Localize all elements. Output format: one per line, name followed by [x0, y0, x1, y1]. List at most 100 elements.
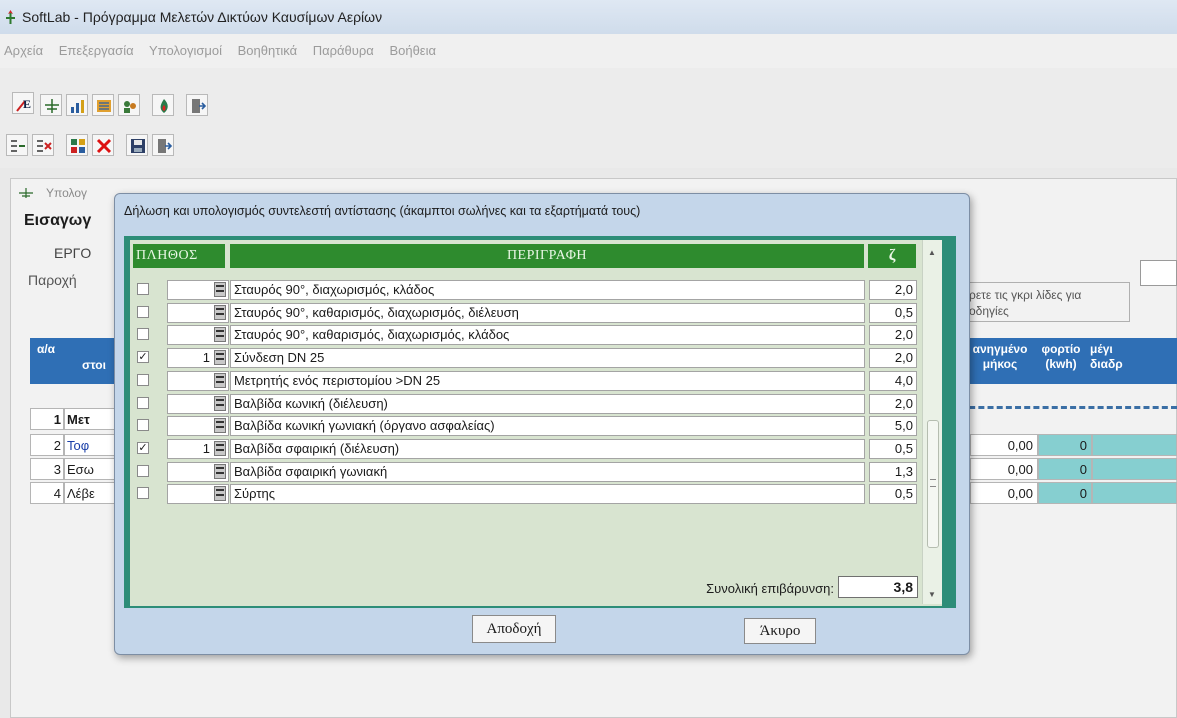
- delete-row-button[interactable]: [32, 134, 54, 156]
- fitting-row[interactable]: ✓ 1 Βαλβίδα σφαιρική (διέλευση) 0,5: [133, 438, 919, 460]
- pipe-network-icon: [45, 99, 59, 113]
- fitting-row[interactable]: Σύρτης 0,5: [133, 483, 919, 505]
- quantity-spinner-icon[interactable]: [214, 327, 226, 343]
- row-max-drop[interactable]: [1092, 482, 1177, 504]
- fitting-row[interactable]: Μετρητής ενός περιστομίου >DN 25 4,0: [133, 370, 919, 392]
- row-separator: [960, 406, 1177, 414]
- database-icon: [97, 100, 111, 112]
- quantity-spinner-icon[interactable]: [214, 395, 226, 411]
- menu-item-calculations[interactable]: Υπολογισμοί: [149, 43, 222, 58]
- quantity-spinner-icon[interactable]: [214, 486, 226, 502]
- quantity-spinner-icon[interactable]: [214, 350, 226, 366]
- gas-flame-icon: [160, 99, 168, 113]
- toolbar-bottom: [0, 130, 1177, 168]
- cancel-button[interactable]: Άκυρο: [744, 618, 816, 644]
- users-icon: [124, 101, 136, 113]
- menu-item-windows[interactable]: Παράθυρα: [313, 43, 374, 58]
- zeta-value: 2,0: [869, 348, 917, 369]
- chart-button[interactable]: [66, 94, 88, 116]
- toolbar-top: E: [0, 68, 1177, 130]
- fitting-checkbox[interactable]: [137, 283, 149, 295]
- instructions-hint[interactable]: ρετε τις γκρι λίδες για οδηγίες: [962, 282, 1130, 322]
- calculate-icon: [71, 139, 85, 153]
- accept-button[interactable]: Αποδοχή: [472, 615, 556, 643]
- app-icon: [6, 10, 15, 24]
- quantity-spinner-icon[interactable]: [214, 463, 226, 479]
- floppy-disk-icon: [131, 139, 145, 153]
- menu-item-tools[interactable]: Βοηθητικά: [238, 43, 297, 58]
- row-equivalent-length[interactable]: 0,00: [970, 458, 1038, 480]
- fitting-checkbox[interactable]: [137, 464, 149, 477]
- quantity-spinner-icon[interactable]: [214, 440, 226, 456]
- row-load[interactable]: 0: [1038, 458, 1092, 480]
- quantity-spinner-icon[interactable]: [214, 372, 226, 388]
- insert-row-icon: [11, 140, 25, 152]
- insert-row-button[interactable]: [6, 134, 28, 156]
- scroll-thumb[interactable]: [927, 420, 939, 548]
- menu-item-files[interactable]: Αρχεία: [4, 43, 43, 58]
- network-button[interactable]: [40, 94, 62, 116]
- fitting-checkbox[interactable]: ✓: [137, 351, 149, 364]
- calculate-button[interactable]: [66, 134, 88, 156]
- edit-text-button[interactable]: E: [12, 92, 34, 114]
- scroll-up-icon[interactable]: ▲: [928, 248, 936, 257]
- fitting-checkbox[interactable]: [137, 305, 149, 318]
- fitting-checkbox[interactable]: [137, 487, 149, 500]
- letter-e-icon: E: [16, 97, 31, 112]
- fitting-description: Σταυρός 90°, διαχωρισμός, κλάδος: [230, 280, 865, 300]
- quantity-spinner-icon[interactable]: [214, 282, 226, 297]
- fitting-checkbox[interactable]: [137, 396, 149, 409]
- zeta-value: 2,0: [869, 393, 917, 414]
- flame-button[interactable]: [152, 94, 174, 116]
- fitting-description: Σταυρός 90°, καθαρισμός, διαχωρισμός, δι…: [230, 302, 865, 323]
- fitting-row[interactable]: Βαλβίδα κωνική (διέλευση) 2,0: [133, 393, 919, 415]
- fitting-row[interactable]: Βαλβίδα κωνική γωνιακή (όργανο ασφαλείας…: [133, 415, 919, 437]
- delete-button[interactable]: [92, 134, 114, 156]
- quantity-spinner-icon[interactable]: [214, 418, 226, 434]
- row-number: 1: [30, 408, 64, 430]
- window-title: SoftLab - Πρόγραμμα Μελετών Δικτύων Καυσ…: [0, 0, 1177, 34]
- close-window-button[interactable]: [152, 134, 174, 156]
- header-description: ΠΕΡΙΓΡΑΦΗ: [230, 244, 864, 268]
- row-equivalent-length[interactable]: 0,00: [970, 434, 1038, 456]
- fitting-row[interactable]: Βαλβίδα σφαιρική γωνιακή 1,3: [133, 461, 919, 483]
- dialog-title: Δήλωση και υπολογισμός συντελεστή αντίστ…: [124, 204, 641, 218]
- zeta-value: 0,5: [869, 302, 917, 323]
- users-button[interactable]: [118, 94, 140, 116]
- fitting-checkbox[interactable]: [137, 419, 149, 432]
- delete-row-icon: [37, 140, 52, 152]
- red-x-icon: [96, 138, 112, 154]
- fitting-row[interactable]: Σταυρός 90°, καθαρισμός, διαχωρισμός, δι…: [133, 302, 919, 324]
- fitting-description: Βαλβίδα κωνική γωνιακή (όργανο ασφαλείας…: [230, 416, 865, 437]
- exit-button[interactable]: [186, 94, 208, 116]
- database-button[interactable]: [92, 94, 114, 116]
- fitting-description: Σταυρός 90°, καθαρισμός, διαχωρισμός, κλ…: [230, 325, 865, 346]
- quantity-spinner-icon[interactable]: [214, 304, 226, 320]
- fitting-checkbox[interactable]: ✓: [137, 441, 149, 454]
- scroll-down-icon[interactable]: ▼: [928, 590, 936, 599]
- fitting-description: Σύνδεση DN 25: [230, 348, 865, 369]
- row-equivalent-length[interactable]: 0,00: [970, 482, 1038, 504]
- input-section-label: Εισαγωγ: [24, 212, 92, 229]
- grip-icon: [930, 479, 936, 487]
- fitting-row[interactable]: Σταυρός 90°, καθαρισμός, διαχωρισμός, κλ…: [133, 324, 919, 346]
- zeta-value: 5,0: [869, 416, 917, 437]
- save-button[interactable]: [126, 134, 148, 156]
- fitting-row[interactable]: Σταυρός 90°, διαχωρισμός, κλάδος 2,0: [133, 279, 919, 301]
- exit-door-icon: [192, 99, 207, 113]
- row-load[interactable]: 0: [1038, 482, 1092, 504]
- header-quantity: ΠΛΗΘΟΣ: [133, 244, 225, 268]
- row-max-drop[interactable]: [1092, 458, 1177, 480]
- header-aa: α/α: [36, 342, 56, 356]
- fitting-row[interactable]: ✓ 1 Σύνδεση DN 25 2,0: [133, 347, 919, 369]
- menu-item-edit[interactable]: Επεξεργασία: [59, 43, 134, 58]
- menu-item-help[interactable]: Βοήθεια: [389, 43, 436, 58]
- row-number: 3: [30, 458, 64, 480]
- fitting-checkbox[interactable]: [137, 328, 149, 341]
- zeta-value: 1,3: [869, 461, 917, 482]
- project-field[interactable]: [1140, 260, 1177, 286]
- header-load: φορτίο (kwh): [1041, 342, 1081, 371]
- row-max-drop[interactable]: [1092, 434, 1177, 456]
- fitting-checkbox[interactable]: [137, 373, 149, 386]
- row-load[interactable]: 0: [1038, 434, 1092, 456]
